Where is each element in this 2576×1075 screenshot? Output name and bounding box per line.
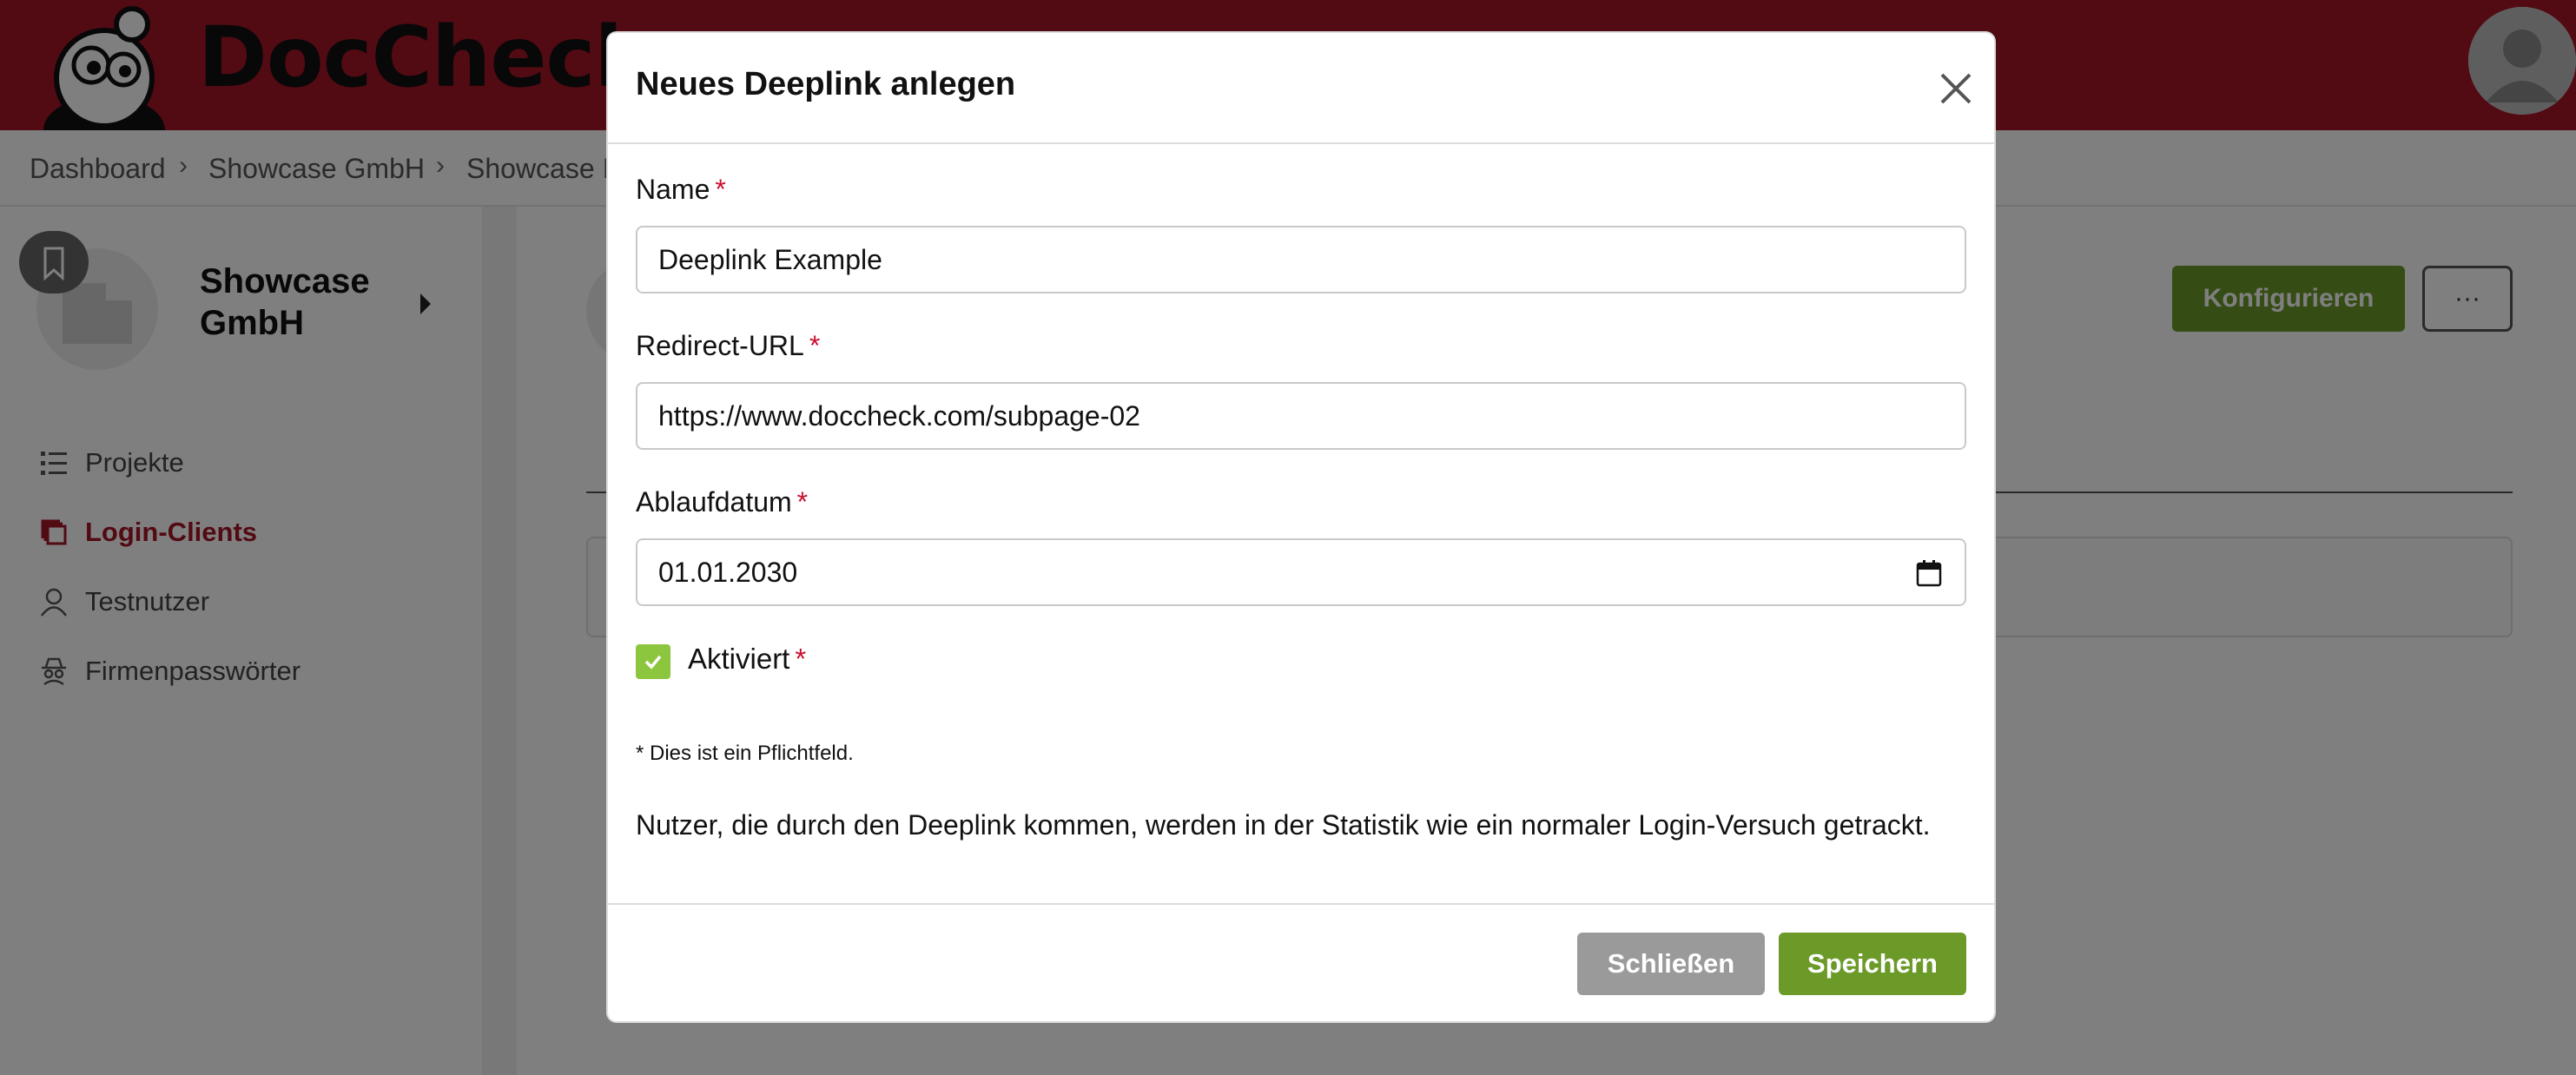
name-input-value: Deeplink Example: [658, 243, 882, 275]
activated-label[interactable]: Aktiviert *: [688, 643, 806, 676]
name-label-text: Name: [636, 174, 710, 205]
redirect-url-label: Redirect-URL *: [636, 330, 820, 362]
calendar-icon[interactable]: [1916, 559, 1942, 587]
name-label: Name *: [636, 174, 726, 206]
redirect-url-input[interactable]: https://www.doccheck.com/subpage-02: [636, 382, 1966, 450]
expiry-date-label: Ablaufdatum *: [636, 486, 808, 518]
required-mark: *: [796, 486, 809, 518]
redirect-url-label-text: Redirect-URL: [636, 330, 804, 361]
expiry-date-input[interactable]: 01.01.2030: [636, 538, 1966, 606]
name-input[interactable]: Deeplink Example: [636, 226, 1966, 293]
deeplink-modal: Neues Deeplink anlegen Name * Deeplink Ex…: [606, 31, 1996, 1023]
modal-title: Neues Deeplink anlegen: [636, 66, 1016, 102]
required-mark: *: [809, 330, 821, 361]
activated-checkbox[interactable]: [636, 644, 670, 679]
close-button[interactable]: Schließen: [1577, 933, 1765, 995]
required-mark: *: [715, 174, 726, 205]
save-button[interactable]: Speichern: [1779, 933, 1966, 995]
required-mark: *: [795, 643, 807, 675]
close-icon[interactable]: [1935, 68, 1977, 109]
modal-header: Neues Deeplink anlegen: [608, 33, 1994, 144]
modal-footer-divider: [608, 903, 1994, 905]
expiry-date-input-value: 01.01.2030: [658, 556, 798, 588]
checkmark-icon: [644, 655, 662, 669]
redirect-url-input-value: https://www.doccheck.com/subpage-02: [658, 399, 1140, 432]
expiry-date-label-text: Ablaufdatum: [636, 486, 792, 518]
tracking-info-text: Nutzer, die durch den Deeplink kommen, w…: [636, 809, 1931, 841]
activated-label-text: Aktiviert: [688, 643, 790, 675]
required-field-hint: * Dies ist ein Pflichtfeld.: [636, 742, 854, 765]
